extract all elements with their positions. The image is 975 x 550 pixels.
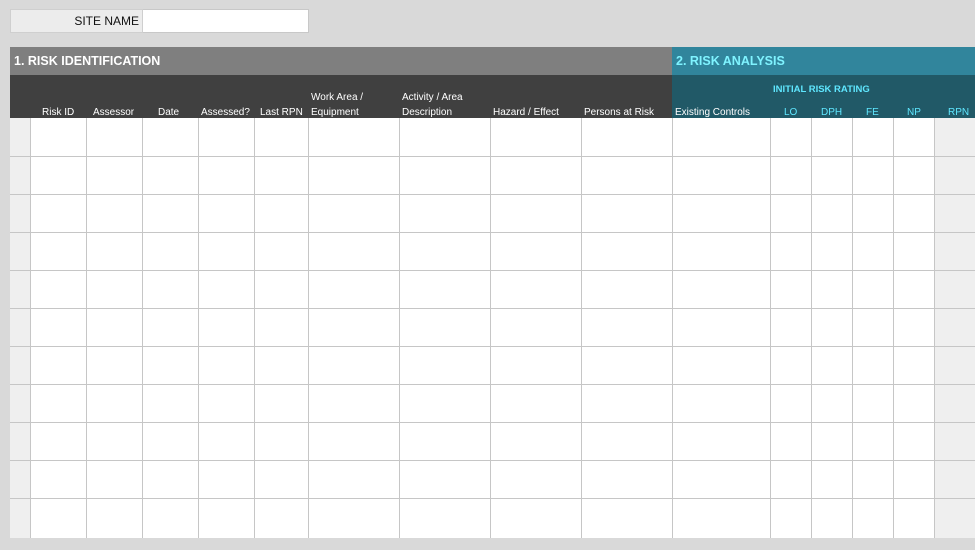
grid-row-line [10, 232, 975, 233]
grid-column-line [198, 118, 199, 538]
col-header-activity-line1[interactable]: Activity / Area [402, 90, 463, 105]
grid-column-line [893, 118, 894, 538]
risk-identification-header: 1. RISK IDENTIFICATION [10, 47, 672, 75]
rpn-column [934, 118, 975, 538]
site-name-label: SITE NAME [10, 9, 143, 33]
risk-analysis-header: 2. RISK ANALYSIS [672, 47, 975, 75]
grid-column-line [142, 118, 143, 538]
grid-column-line [490, 118, 491, 538]
grid-row-line [10, 194, 975, 195]
grid-row-line [10, 422, 975, 423]
grid-column-line [811, 118, 812, 538]
grid-row-line [10, 498, 975, 499]
grid-row-line [10, 384, 975, 385]
grid-column-line [254, 118, 255, 538]
grid-column-line [308, 118, 309, 538]
grid-column-line [934, 118, 935, 538]
grid-row-line [10, 346, 975, 347]
grid-column-line [30, 118, 31, 538]
site-name-row: SITE NAME [10, 9, 309, 33]
grid-row-line [10, 270, 975, 271]
grid-column-line [581, 118, 582, 538]
grid-column-line [852, 118, 853, 538]
grid-row-line [10, 308, 975, 309]
initial-risk-rating-title: INITIAL RISK RATING [773, 84, 870, 95]
site-name-input[interactable] [143, 9, 309, 33]
grid-column-line [399, 118, 400, 538]
grid-column-line [86, 118, 87, 538]
row-number-column [10, 118, 30, 538]
grid-column-line [672, 118, 673, 538]
grid-row-line [10, 460, 975, 461]
grid-column-line [770, 118, 771, 538]
risk-register-grid[interactable] [10, 118, 975, 538]
grid-row-line [10, 156, 975, 157]
col-header-work-area-line1[interactable]: Work Area / [311, 90, 363, 105]
